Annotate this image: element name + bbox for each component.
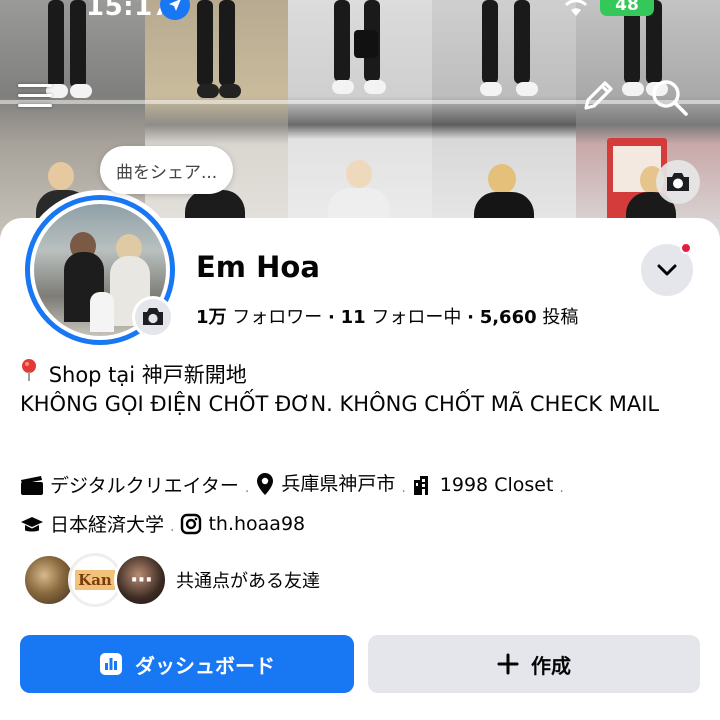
- wifi-icon: [564, 0, 588, 16]
- pin-icon: [20, 358, 42, 390]
- profile-details: デジタルクリエイター · 兵庫県神戸市 · 1998 Closet · 日本経済…: [20, 468, 710, 547]
- battery-indicator: 48: [600, 0, 654, 16]
- detail-workplace[interactable]: 1998 Closet: [412, 469, 553, 501]
- graduation-cap-icon: [21, 517, 43, 532]
- detail-education[interactable]: 日本経済大学: [20, 509, 164, 541]
- menu-icon[interactable]: [18, 80, 54, 110]
- dashboard-chart-icon: [100, 653, 122, 675]
- status-time: 15:17: [86, 0, 172, 22]
- followers-count[interactable]: 1万: [196, 307, 227, 328]
- cover-collage-tile: [432, 0, 576, 240]
- pencil-icon[interactable]: [578, 76, 618, 116]
- stats-separator: ·: [328, 307, 335, 328]
- location-pin-icon: [257, 473, 274, 495]
- detail-location[interactable]: 兵庫県神戸市: [255, 468, 395, 500]
- mutual-friends-more[interactable]: ···: [114, 553, 168, 607]
- bio-line-2: KHÔNG GỌI ĐIỆN CHỐT ĐƠN. KHÔNG CHỐT MÃ C…: [20, 392, 660, 416]
- following-count[interactable]: 11: [341, 307, 366, 328]
- stats-separator: ·: [467, 307, 474, 328]
- clapperboard-icon: [21, 476, 43, 495]
- camera-icon: [667, 173, 689, 191]
- building-icon: [413, 476, 428, 495]
- plus-icon: [497, 653, 519, 675]
- camera-icon: [143, 308, 163, 325]
- posts-label: 投稿: [542, 307, 579, 328]
- profile-stats: 1万 フォロワー · 11 フォロー中 · 5,660 投稿: [196, 303, 578, 329]
- chevron-down-icon: [657, 264, 677, 276]
- posts-count: 5,660: [479, 307, 537, 328]
- followers-label[interactable]: フォロワー: [232, 307, 322, 328]
- detail-category: デジタルクリエイター: [20, 470, 239, 502]
- bio-line-1: Shop tại 神戸新開地: [48, 363, 247, 387]
- share-song-bubble[interactable]: 曲をシェア...: [100, 146, 234, 194]
- mutual-friends-label: 共通点がある友達: [176, 571, 320, 592]
- mutual-logo-text: Kan: [75, 570, 115, 590]
- profile-bio: Shop tại 神戸新開地 KHÔNG GỌI ĐIỆN CHỐT ĐƠN. …: [20, 358, 700, 419]
- profile-name: Em Hoa: [196, 250, 320, 284]
- dashboard-label: ダッシュボード: [135, 653, 275, 678]
- mutual-friends-row[interactable]: Kan ··· 共通点がある友達: [22, 552, 320, 608]
- cover-camera-button[interactable]: [656, 160, 700, 204]
- detail-instagram[interactable]: th.hoaa98: [180, 508, 305, 540]
- instagram-icon: [181, 513, 202, 535]
- dashboard-button[interactable]: ダッシュボード: [20, 635, 354, 693]
- cover-collage-tile: [145, 0, 288, 240]
- following-label[interactable]: フォロー中: [371, 307, 461, 328]
- cover-collage-tile: [288, 0, 432, 240]
- notification-dot: [680, 242, 692, 254]
- create-label: 作成: [531, 653, 571, 678]
- search-icon[interactable]: [648, 76, 690, 118]
- avatar-camera-button[interactable]: [132, 296, 174, 338]
- create-button[interactable]: 作成: [368, 635, 700, 693]
